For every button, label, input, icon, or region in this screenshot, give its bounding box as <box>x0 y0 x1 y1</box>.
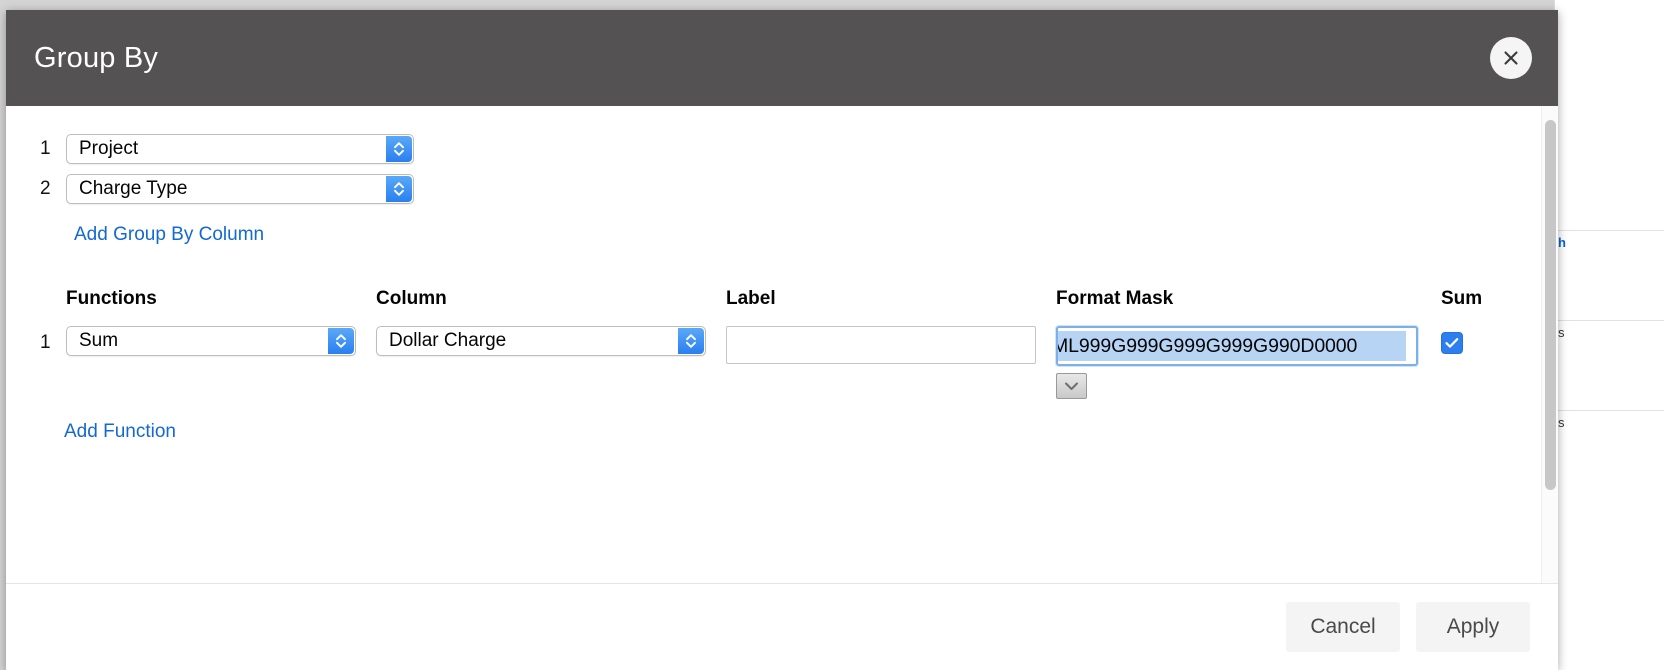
stepper-icon <box>678 328 704 354</box>
format-mask-value: ML999G999G999G999G990D0000 <box>1058 331 1406 361</box>
background-panel: h s s <box>1554 0 1664 670</box>
column-header-functions: Functions <box>66 288 157 309</box>
cancel-button[interactable]: Cancel <box>1286 602 1400 652</box>
group-by-column-select-1[interactable]: Project <box>66 134 414 164</box>
dialog-footer: Cancel Apply <box>6 584 1558 670</box>
column-header-column: Column <box>376 288 447 309</box>
background-row: s <box>1554 320 1664 390</box>
column-cell: Dollar Charge <box>376 326 726 356</box>
group-by-column-select-1-value: Project <box>79 138 139 159</box>
functions-table-header: Functions Column Label Format Mask Sum <box>36 288 1528 310</box>
close-button[interactable] <box>1490 37 1532 79</box>
background-cell: s <box>1558 415 1565 430</box>
dialog-title: Group By <box>34 41 159 74</box>
dialog-scrollbar-thumb[interactable] <box>1545 120 1556 490</box>
dialog-scrollbar[interactable] <box>1541 106 1558 583</box>
function-select[interactable]: Sum <box>66 326 356 356</box>
column-select-value: Dollar Charge <box>389 330 507 351</box>
dialog-body: 1 Project 2 Charge Type Add Group By Col… <box>6 106 1558 584</box>
background-cell: s <box>1558 325 1565 340</box>
format-mask-cell: ML999G999G999G999G990D0000 <box>1056 326 1441 399</box>
table-row: 1 Sum Dollar Charge ML999G999G999G999G99… <box>36 326 1528 399</box>
format-mask-dropdown-button[interactable] <box>1056 373 1087 399</box>
apply-button[interactable]: Apply <box>1416 602 1530 652</box>
check-icon <box>1444 336 1460 350</box>
background-link: h <box>1558 235 1566 250</box>
functions-table: Functions Column Label Format Mask Sum 1… <box>36 288 1528 443</box>
stepper-icon <box>328 328 354 354</box>
group-by-row-index: 1 <box>40 138 51 159</box>
background-row: s <box>1554 410 1664 480</box>
label-input[interactable] <box>726 326 1036 364</box>
column-header-sum: Sum <box>1441 288 1483 309</box>
sum-checkbox[interactable] <box>1441 332 1463 354</box>
add-group-by-column-link[interactable]: Add Group By Column <box>74 224 264 246</box>
stepper-icon <box>386 176 412 202</box>
format-mask-input[interactable]: ML999G999G999G999G990D0000 <box>1056 326 1418 366</box>
label-cell <box>726 326 1056 364</box>
group-by-row: 2 Charge Type <box>36 174 1528 204</box>
chevron-down-icon <box>1063 380 1080 392</box>
group-by-column-select-2[interactable]: Charge Type <box>66 174 414 204</box>
add-function-link[interactable]: Add Function <box>64 421 176 443</box>
dialog-header: Group By <box>6 10 1558 106</box>
group-by-row-index: 2 <box>40 178 51 199</box>
close-icon <box>1501 48 1521 68</box>
group-by-dialog: Group By 1 Project 2 Charge Type Add Gro… <box>6 10 1558 670</box>
background-row: h <box>1554 230 1664 290</box>
function-row-index: 1 <box>40 332 51 353</box>
column-header-label: Label <box>726 288 776 309</box>
group-by-row: 1 Project <box>36 134 1528 164</box>
column-header-format-mask: Format Mask <box>1056 288 1174 309</box>
function-cell: Sum <box>66 326 376 356</box>
function-select-value: Sum <box>79 330 119 351</box>
group-by-column-select-2-value: Charge Type <box>79 178 188 199</box>
sum-cell <box>1441 326 1531 354</box>
stepper-icon <box>386 136 412 162</box>
column-select[interactable]: Dollar Charge <box>376 326 706 356</box>
